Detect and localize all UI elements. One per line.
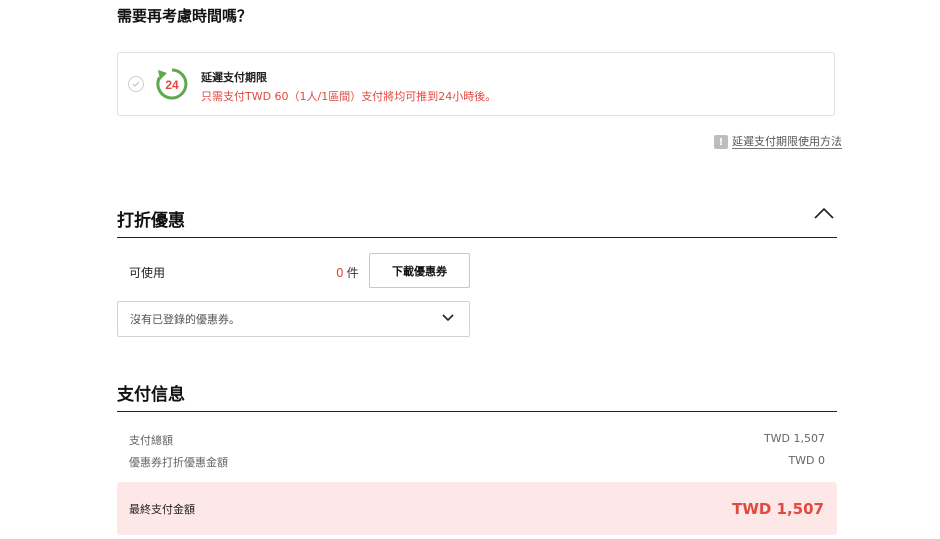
coupon-discount-label: 優惠券打折優惠金額 (129, 456, 228, 469)
payment-total-row: 支付總額 TWD 1,507 (129, 432, 825, 448)
clock-24-icon: 24 (155, 67, 189, 105)
delay-payment-desc: 只需支付TWD 60（1人/1區間）支付將均可推到24小時後。 (201, 90, 497, 103)
payment-divider (117, 411, 837, 412)
available-count: 0件 (336, 264, 359, 281)
coupon-select[interactable]: 沒有已登錄的優惠券。 (117, 301, 470, 337)
info-icon: ! (714, 135, 728, 149)
payment-total-value: TWD 1,507 (763, 432, 825, 445)
available-count-number: 0 (336, 266, 344, 280)
delay-payment-title: 延遲支付期限 (201, 71, 267, 84)
final-payment-amount: TWD 1,507 (732, 499, 824, 518)
chevron-up-icon[interactable] (813, 205, 835, 225)
final-payment-label: 最終支付金額 (129, 502, 195, 516)
coupon-discount-value: TWD 0 (788, 454, 825, 467)
reconsider-title: 需要再考慮時間嗎？ (117, 7, 253, 25)
discount-title: 打折優惠 (117, 211, 185, 231)
help-link-text: 延遲支付期限使用方法 (732, 135, 842, 149)
final-payment-box: 最終支付金額 TWD 1,507 (117, 482, 837, 535)
clock-24-number: 24 (165, 78, 179, 92)
payment-title: 支付信息 (117, 385, 185, 405)
payment-total-label: 支付總額 (129, 434, 173, 447)
delay-payment-help-link[interactable]: ! 延遲支付期限使用方法 (714, 135, 842, 149)
download-coupon-button[interactable]: 下載優惠券 (369, 253, 470, 288)
coupon-select-value: 沒有已登錄的優惠券。 (130, 313, 240, 326)
chevron-down-icon (441, 313, 455, 326)
available-count-unit: 件 (346, 266, 359, 280)
discount-divider (117, 237, 837, 238)
check-icon[interactable] (128, 76, 144, 92)
coupon-discount-row: 優惠券打折優惠金額 TWD 0 (129, 454, 825, 470)
available-label: 可使用 (129, 266, 166, 280)
